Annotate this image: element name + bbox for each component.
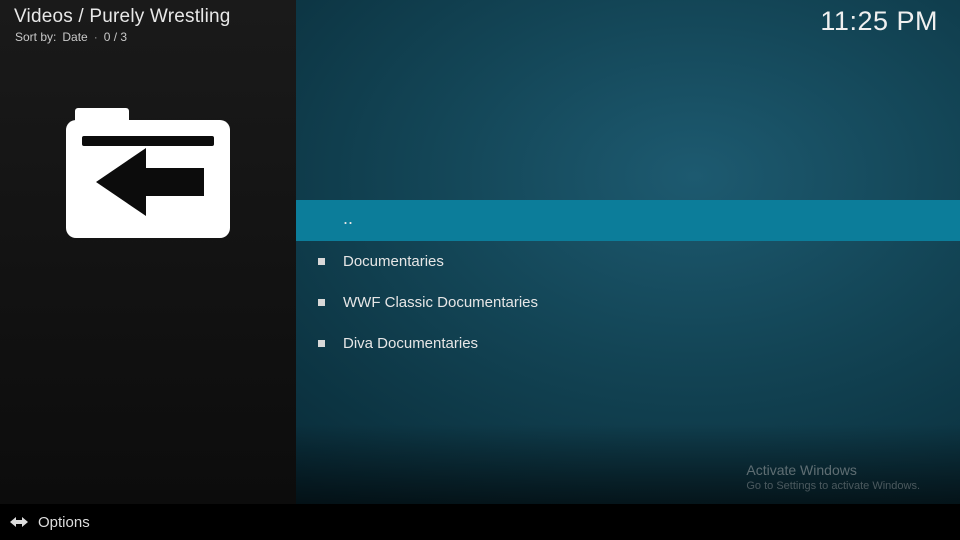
clock: 11:25 PM xyxy=(820,6,938,37)
sort-value: Date xyxy=(62,30,87,44)
parent-directory-label: .. xyxy=(343,215,353,227)
list-item[interactable]: Documentaries xyxy=(296,241,960,282)
separator-dot: · xyxy=(94,30,98,44)
list-item-label: Diva Documentaries xyxy=(343,335,478,352)
list-item-label: WWF Classic Documentaries xyxy=(343,294,538,311)
bullet-icon xyxy=(318,299,325,306)
options-button[interactable]: Options xyxy=(10,514,90,531)
breadcrumb: Videos / Purely Wrestling xyxy=(14,6,231,28)
sort-info: Sort by: Date · 0 / 3 xyxy=(15,30,127,44)
item-counter: 0 / 3 xyxy=(104,30,127,44)
options-arrows-icon xyxy=(10,514,28,530)
parent-directory-item[interactable]: .. xyxy=(296,200,960,241)
list-item[interactable]: Diva Documentaries xyxy=(296,323,960,364)
footer-bar: Options xyxy=(0,504,960,540)
sort-prefix: Sort by: xyxy=(15,30,56,44)
back-folder-icon xyxy=(60,100,236,248)
options-label: Options xyxy=(38,514,90,531)
bullet-icon xyxy=(318,258,325,265)
list-item[interactable]: WWF Classic Documentaries xyxy=(296,282,960,323)
list-item-label: Documentaries xyxy=(343,253,444,270)
bullet-icon xyxy=(318,340,325,347)
sidebar xyxy=(0,0,296,504)
directory-list: .. Documentaries WWF Classic Documentari… xyxy=(296,200,960,364)
